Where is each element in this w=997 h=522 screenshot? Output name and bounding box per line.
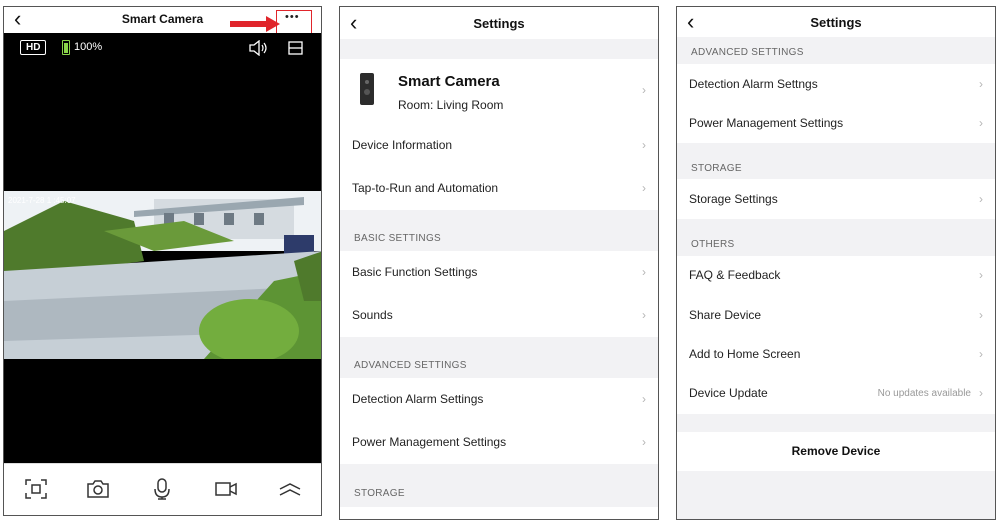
share-device-item[interactable]: Share Device › bbox=[677, 295, 995, 335]
device-card[interactable]: Smart Camera Room: Living Room › bbox=[340, 59, 658, 125]
item-label: FAQ & Feedback bbox=[689, 268, 781, 282]
power-management-settings-item[interactable]: Power Management Settings › bbox=[677, 103, 995, 143]
device-thumbnail bbox=[360, 73, 374, 105]
chevron-right-icon: › bbox=[642, 265, 646, 279]
item-label: Sounds bbox=[352, 308, 393, 322]
chevron-right-icon: › bbox=[642, 392, 646, 406]
section-header-storage: STORAGE bbox=[354, 488, 405, 499]
video-area[interactable]: HD 100% 2021-7-28 1:45:07 bbox=[4, 33, 321, 465]
remove-device-label: Remove Device bbox=[791, 444, 881, 458]
camera-feed: 2021-7-28 1 :45:07 bbox=[4, 191, 321, 359]
chevron-right-icon: › bbox=[642, 83, 646, 97]
arrow-annotation-icon bbox=[230, 16, 280, 32]
battery-icon bbox=[62, 40, 70, 55]
tap-to-run-item[interactable]: Tap-to-Run and Automation › bbox=[340, 168, 658, 210]
chevron-right-icon: › bbox=[642, 308, 646, 322]
section-header-storage: STORAGE bbox=[691, 163, 742, 174]
chevron-right-icon: › bbox=[979, 192, 983, 206]
update-status: No updates available bbox=[877, 388, 971, 399]
record-video-icon[interactable] bbox=[214, 478, 238, 500]
device-name: Smart Camera bbox=[398, 73, 500, 90]
device-room: Room: Living Room bbox=[398, 98, 504, 112]
storage-settings-item[interactable]: Storage Settings › bbox=[677, 179, 995, 219]
chevron-right-icon: › bbox=[642, 181, 646, 195]
chevron-right-icon: › bbox=[979, 116, 983, 130]
fullscreen-icon[interactable] bbox=[24, 478, 48, 500]
item-label: Device Information bbox=[352, 138, 453, 152]
faq-feedback-item[interactable]: FAQ & Feedback › bbox=[677, 256, 995, 295]
settings-header: ‹ Settings bbox=[677, 7, 995, 37]
page-title: Settings bbox=[810, 15, 862, 30]
device-update-item[interactable]: Device Update No updates available › bbox=[677, 374, 995, 414]
power-management-settings-item[interactable]: Power Management Settings › bbox=[340, 421, 658, 464]
add-to-home-screen-item[interactable]: Add to Home Screen › bbox=[677, 335, 995, 374]
detection-alarm-settings-item[interactable]: Detection Alarm Settings › bbox=[340, 378, 658, 421]
sounds-item[interactable]: Sounds › bbox=[340, 294, 658, 337]
item-label: Detection Alarm Settings bbox=[352, 392, 484, 406]
item-label: Power Management Settings bbox=[352, 435, 507, 449]
section-header-advanced: ADVANCED SETTINGS bbox=[354, 360, 467, 371]
item-label: Share Device bbox=[689, 308, 762, 322]
chevron-right-icon: › bbox=[979, 77, 983, 91]
page-title: Settings bbox=[473, 16, 525, 31]
camera-header: ‹ Smart Camera ••• bbox=[4, 7, 321, 35]
chevron-right-icon: › bbox=[642, 138, 646, 152]
section-header-others: OTHERS bbox=[691, 239, 735, 250]
settings-screen-bottom: ‹ Settings ADVANCED SETTINGS Detection A… bbox=[676, 6, 996, 520]
expand-up-icon[interactable] bbox=[278, 478, 302, 500]
camera-icon[interactable] bbox=[86, 478, 110, 500]
battery-percent: 100% bbox=[74, 41, 103, 53]
quality-toggle[interactable]: HD bbox=[20, 40, 47, 55]
chevron-right-icon: › bbox=[979, 308, 983, 322]
item-label: Storage Settings bbox=[689, 192, 778, 206]
remove-device-button[interactable]: Remove Device bbox=[677, 432, 995, 471]
microphone-icon[interactable] bbox=[150, 478, 174, 500]
section-header-basic: BASIC SETTINGS bbox=[354, 233, 441, 244]
item-label: Add to Home Screen bbox=[689, 347, 801, 361]
video-timestamp: 2021-7-28 1 :45:07 bbox=[8, 196, 76, 205]
settings-header: ‹ Settings bbox=[340, 7, 658, 39]
more-options-icon[interactable]: ••• bbox=[285, 11, 300, 23]
speaker-icon[interactable] bbox=[248, 40, 268, 56]
control-bar bbox=[4, 463, 321, 515]
chevron-right-icon: › bbox=[642, 435, 646, 449]
item-label: Detection Alarm Settngs bbox=[689, 77, 818, 91]
detection-alarm-settings-item[interactable]: Detection Alarm Settngs › bbox=[677, 64, 995, 103]
settings-screen-top: ‹ Settings Smart Camera Room: Living Roo… bbox=[339, 6, 659, 520]
layout-icon[interactable] bbox=[288, 40, 304, 56]
camera-screen: ‹ Smart Camera ••• HD 100% 2021-7-28 1:… bbox=[3, 6, 322, 516]
chevron-right-icon: › bbox=[979, 386, 983, 400]
section-header-advanced: ADVANCED SETTINGS bbox=[691, 47, 804, 58]
basic-function-settings-item[interactable]: Basic Function Settings › bbox=[340, 251, 658, 294]
item-label: Power Management Settings bbox=[689, 116, 844, 130]
item-label: Device Update bbox=[689, 386, 768, 400]
item-label: Basic Function Settings bbox=[352, 265, 478, 279]
item-label: Tap-to-Run and Automation bbox=[352, 181, 499, 195]
device-information-item[interactable]: Device Information › bbox=[340, 125, 658, 168]
chevron-right-icon: › bbox=[979, 268, 983, 282]
chevron-right-icon: › bbox=[979, 347, 983, 361]
storage-row-partial[interactable] bbox=[340, 507, 658, 519]
